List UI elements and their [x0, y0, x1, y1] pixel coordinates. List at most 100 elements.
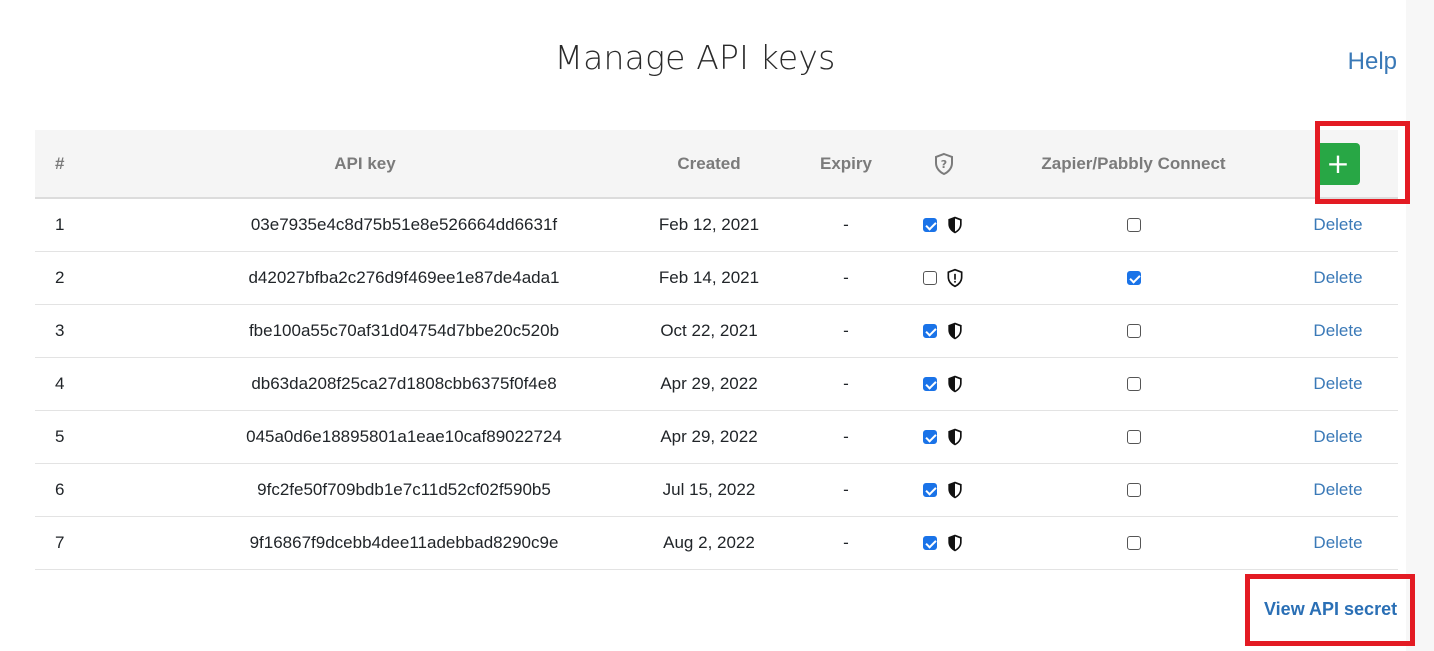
security-cell — [899, 198, 989, 252]
delete-link[interactable]: Delete — [1313, 480, 1362, 499]
row-number: 7 — [35, 516, 105, 570]
zapier-checkbox[interactable] — [1126, 483, 1141, 498]
shield-check-icon — [948, 428, 962, 446]
row-number: 1 — [35, 198, 105, 252]
created-date: Apr 29, 2022 — [625, 410, 793, 464]
created-date: Aug 2, 2022 — [625, 516, 793, 570]
api-key-value: db63da208f25ca27d1808cbb6375f0f4e8 — [251, 373, 557, 393]
column-header-number: # — [35, 130, 105, 199]
table-row: 1 03e7935e4c8d75b51e8e526664dd6631f Feb 12… — [35, 198, 1398, 252]
api-key-value: 9fc2fe50f709bdb1e7c11d52cf02f590b5 — [257, 479, 551, 499]
shield-check-icon — [948, 375, 962, 393]
api-key-cell: 9f16867f9dcebb4dee11adebbad8290c9e — [105, 516, 625, 570]
expiry-value: - — [793, 251, 899, 305]
table-header-row: # API key Created Expiry ? Zapier/Pabbly… — [35, 130, 1398, 199]
expiry-value: - — [793, 198, 899, 252]
expiry-value: - — [793, 410, 899, 464]
api-keys-table: # API key Created Expiry ? Zapier/Pabbly… — [35, 130, 1398, 570]
column-header-zapier: Zapier/Pabbly Connect — [989, 130, 1278, 199]
row-number: 6 — [35, 463, 105, 517]
security-cell — [899, 463, 989, 517]
expiry-value: - — [793, 304, 899, 358]
page-scroll-gutter — [1406, 0, 1434, 651]
page-title: Manage API keys — [554, 38, 836, 77]
created-date: Feb 14, 2021 — [625, 251, 793, 305]
created-date: Feb 12, 2021 — [625, 198, 793, 252]
zapier-cell — [989, 251, 1278, 305]
expiry-value: - — [793, 463, 899, 517]
security-cell — [899, 410, 989, 464]
actions-cell: Delete — [1278, 410, 1398, 464]
shield-check-icon — [948, 534, 962, 552]
actions-cell: Delete — [1278, 198, 1398, 252]
actions-cell: Delete — [1278, 304, 1398, 358]
api-key-cell: fbe100a55c70af31d04754d7bbe20c520b — [105, 304, 625, 358]
secured-checkbox[interactable] — [923, 535, 937, 550]
api-key-cell: 045a0d6e18895801a1eae10caf89022724 — [105, 410, 625, 464]
zapier-cell — [989, 410, 1278, 464]
row-number: 3 — [35, 304, 105, 358]
table-row: 6 9fc2fe50f709bdb1e7c11d52cf02f590b5 Jul 1… — [35, 463, 1398, 517]
security-cell — [899, 304, 989, 358]
secured-checkbox[interactable] — [923, 270, 937, 285]
svg-text:?: ? — [941, 158, 947, 171]
api-key-cell: 03e7935e4c8d75b51e8e526664dd6631f — [105, 198, 625, 252]
table-row: 7 9f16867f9dcebb4dee11adebbad8290c9e Aug 2… — [35, 516, 1398, 570]
expiry-value: - — [793, 357, 899, 411]
api-key-cell: 9fc2fe50f709bdb1e7c11d52cf02f590b5 — [105, 463, 625, 517]
security-cell — [899, 357, 989, 411]
shield-alert-icon — [947, 268, 963, 287]
api-key-cell: db63da208f25ca27d1808cbb6375f0f4e8 — [105, 357, 625, 411]
delete-link[interactable]: Delete — [1313, 374, 1362, 393]
expiry-value: - — [793, 516, 899, 570]
table-row: 2 d42027bfba2c276d9f469ee1e87de4ada1 Feb 1… — [35, 251, 1398, 305]
secured-checkbox[interactable] — [923, 482, 937, 497]
shield-check-icon — [948, 481, 962, 499]
column-header-security: ? — [899, 130, 989, 199]
highlight-add-button — [1315, 121, 1410, 204]
column-header-created: Created — [625, 130, 793, 199]
zapier-checkbox[interactable] — [1126, 271, 1141, 286]
zapier-checkbox[interactable] — [1126, 324, 1141, 339]
zapier-checkbox[interactable] — [1126, 430, 1141, 445]
api-key-value: 045a0d6e18895801a1eae10caf89022724 — [246, 426, 562, 446]
api-key-cell: d42027bfba2c276d9f469ee1e87de4ada1 — [105, 251, 625, 305]
shield-check-icon — [948, 322, 962, 340]
zapier-cell — [989, 463, 1278, 517]
shield-check-icon — [948, 216, 962, 234]
secured-checkbox[interactable] — [923, 323, 937, 338]
table-row: 3 fbe100a55c70af31d04754d7bbe20c520b Oct 2… — [35, 304, 1398, 358]
security-cell — [899, 251, 989, 305]
row-number: 5 — [35, 410, 105, 464]
delete-link[interactable]: Delete — [1313, 268, 1362, 287]
zapier-cell — [989, 357, 1278, 411]
secured-checkbox[interactable] — [923, 376, 937, 391]
row-number: 4 — [35, 357, 105, 411]
highlight-view-secret — [1245, 574, 1415, 646]
help-link[interactable]: Help — [1348, 48, 1397, 76]
actions-cell: Delete — [1278, 357, 1398, 411]
api-key-value: 03e7935e4c8d75b51e8e526664dd6631f — [250, 214, 558, 234]
zapier-cell — [989, 516, 1278, 570]
actions-cell: Delete — [1278, 463, 1398, 517]
zapier-checkbox[interactable] — [1126, 218, 1141, 233]
column-header-expiry: Expiry — [793, 130, 899, 199]
secured-checkbox[interactable] — [923, 218, 937, 232]
security-cell — [899, 516, 989, 570]
shield-question-icon: ? — [935, 152, 953, 175]
api-key-value: d42027bfba2c276d9f469ee1e87de4ada1 — [248, 267, 560, 287]
zapier-checkbox[interactable] — [1126, 536, 1141, 551]
delete-link[interactable]: Delete — [1313, 215, 1362, 234]
zapier-cell — [989, 198, 1278, 252]
delete-link[interactable]: Delete — [1313, 321, 1362, 340]
row-number: 2 — [35, 251, 105, 305]
zapier-cell — [989, 304, 1278, 358]
actions-cell: Delete — [1278, 251, 1398, 305]
created-date: Oct 22, 2021 — [625, 304, 793, 358]
secured-checkbox[interactable] — [923, 429, 937, 444]
delete-link[interactable]: Delete — [1313, 427, 1362, 446]
table-row: 5 045a0d6e18895801a1eae10caf89022724 Apr 2… — [35, 410, 1398, 464]
delete-link[interactable]: Delete — [1313, 533, 1362, 552]
api-key-value: fbe100a55c70af31d04754d7bbe20c520b — [248, 320, 560, 340]
zapier-checkbox[interactable] — [1126, 377, 1141, 392]
